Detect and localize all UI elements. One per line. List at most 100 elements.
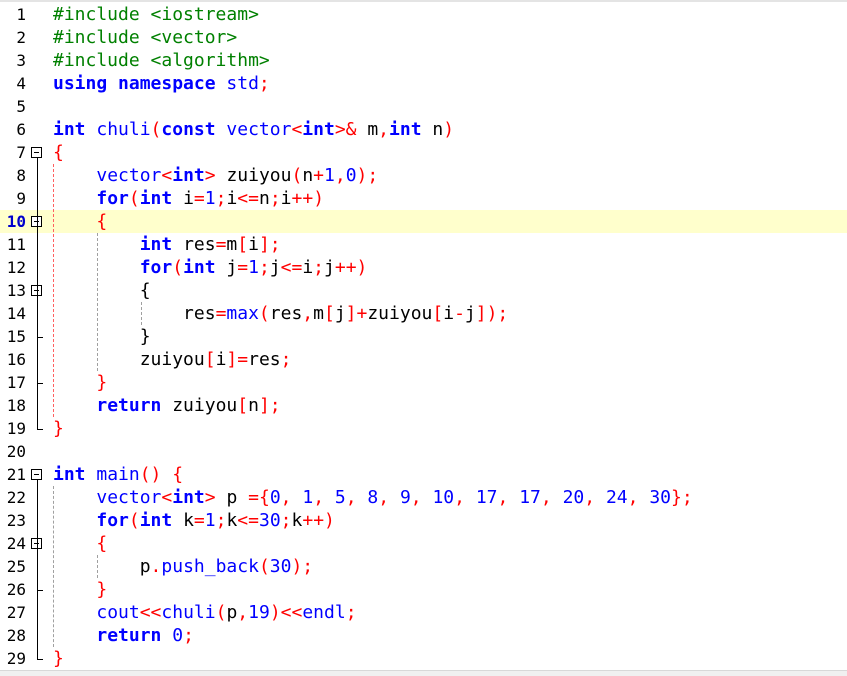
code-token: [ bbox=[237, 234, 249, 255]
code-text[interactable]: for(int k=1;k<=30;k++) bbox=[53, 509, 335, 532]
code-token: ; bbox=[215, 510, 227, 531]
code-text[interactable]: } bbox=[53, 417, 64, 440]
code-token: } bbox=[96, 372, 108, 393]
code-text[interactable]: p.push_back(30); bbox=[53, 555, 313, 578]
code-text[interactable]: #include <iostream> bbox=[53, 3, 259, 26]
code-line-23[interactable]: 23 for(int k=1;k<=30;k++) bbox=[0, 509, 847, 532]
code-text[interactable]: } bbox=[53, 371, 107, 394]
code-text[interactable]: zuiyou[i]=res; bbox=[53, 348, 292, 371]
code-line-19[interactable]: 19} bbox=[0, 417, 847, 440]
code-token: 10 bbox=[432, 487, 455, 508]
code-line-1[interactable]: 1 #include <iostream> bbox=[0, 3, 847, 26]
code-text[interactable]: { bbox=[53, 279, 151, 302]
code-text[interactable]: return 0; bbox=[53, 624, 194, 647]
code-token: , bbox=[313, 487, 335, 508]
code-token: int bbox=[183, 257, 227, 278]
code-token: j bbox=[269, 257, 281, 278]
code-text[interactable]: vector<int> p ={0, 1, 5, 8, 9, 10, 17, 1… bbox=[53, 486, 692, 509]
code-text[interactable]: cout<<chuli(p,19)<<endl; bbox=[53, 601, 356, 624]
line-number: 2 bbox=[16, 28, 26, 47]
code-text[interactable]: res=max(res,m[j]+zuiyou[i-j]); bbox=[53, 302, 508, 325]
code-text[interactable]: int main() { bbox=[53, 463, 183, 486]
code-token: < bbox=[291, 119, 303, 140]
code-line-24[interactable]: 24 { bbox=[0, 532, 847, 555]
code-token: , bbox=[280, 487, 303, 508]
code-text[interactable]: for(int i=1;i<=n;i++) bbox=[53, 187, 324, 210]
code-text[interactable]: using namespace std; bbox=[53, 72, 270, 95]
code-editor[interactable]: 1 #include <iostream> 2 #include <vector> 3 #… bbox=[0, 0, 847, 676]
code-text[interactable]: int res=m[i]; bbox=[53, 233, 281, 256]
code-line-12[interactable]: 12 for(int j=1;j<=i;j++) bbox=[0, 256, 847, 279]
code-text[interactable]: { bbox=[53, 532, 107, 555]
code-text[interactable]: int chuli(const vector<int>& m,int n) bbox=[53, 118, 454, 141]
code-text[interactable]: #include <vector> bbox=[53, 26, 237, 49]
code-text[interactable]: #include <algorithm> bbox=[53, 49, 270, 72]
code-token: 1 bbox=[248, 257, 259, 278]
code-token: , bbox=[345, 487, 368, 508]
code-line-10[interactable]: 10 { bbox=[0, 210, 847, 233]
code-line-22[interactable]: 22 vector<int> p ={0, 1, 5, 8, 9, 10, 17… bbox=[0, 486, 847, 509]
code-token: i bbox=[215, 349, 227, 370]
code-line-6[interactable]: 6 int chuli(const vector<int>& m,int n) bbox=[0, 118, 847, 141]
code-token: >& bbox=[334, 119, 368, 140]
code-token: ]; bbox=[258, 395, 281, 416]
code-token: , bbox=[584, 487, 606, 508]
code-line-5[interactable]: 5 bbox=[0, 95, 847, 118]
code-line-17[interactable]: 17 } bbox=[0, 371, 847, 394]
code-token: #include <iostream> bbox=[53, 4, 259, 25]
code-line-3[interactable]: 3 #include <algorithm> bbox=[0, 49, 847, 72]
code-token: n bbox=[258, 188, 270, 209]
code-token: ); bbox=[356, 165, 379, 186]
code-text[interactable]: } bbox=[53, 647, 64, 670]
code-line-29[interactable]: 29} bbox=[0, 647, 847, 670]
code-line-18[interactable]: 18 return zuiyou[n]; bbox=[0, 394, 847, 417]
code-line-13[interactable]: 13 { bbox=[0, 279, 847, 302]
code-text[interactable]: for(int j=1;j<=i;j++) bbox=[53, 256, 368, 279]
code-line-11[interactable]: 11 int res=m[i]; bbox=[0, 233, 847, 256]
fold-collapse-icon[interactable] bbox=[31, 469, 42, 480]
code-text[interactable]: vector<int> zuiyou(n+1,0); bbox=[53, 164, 378, 187]
code-line-20[interactable]: 20 bbox=[0, 440, 847, 463]
code-line-28[interactable]: 28 return 0; bbox=[0, 624, 847, 647]
code-line-14[interactable]: 14 res=max(res,m[j]+zuiyou[i-j]); bbox=[0, 302, 847, 325]
fold-region-line bbox=[37, 158, 38, 429]
code-text[interactable]: } bbox=[53, 325, 151, 348]
code-text[interactable]: return zuiyou[n]; bbox=[53, 394, 281, 417]
code-token: push_back bbox=[161, 556, 259, 577]
code-line-15[interactable]: 15 } bbox=[0, 325, 847, 348]
code-line-8[interactable]: 8 vector<int> zuiyou(n+1,0); bbox=[0, 164, 847, 187]
code-token: ( bbox=[291, 165, 303, 186]
fold-collapse-icon[interactable] bbox=[31, 147, 42, 158]
code-token: n bbox=[248, 395, 259, 416]
code-token: zuiyou bbox=[226, 165, 292, 186]
code-token: ; bbox=[258, 73, 270, 94]
code-token: m bbox=[226, 234, 238, 255]
code-text[interactable]: { bbox=[53, 141, 64, 164]
code-token: 17 bbox=[519, 487, 541, 508]
code-line-25[interactable]: 25 p.push_back(30); bbox=[0, 555, 847, 578]
code-token: ++) bbox=[291, 188, 325, 209]
code-line-26[interactable]: 26 } bbox=[0, 578, 847, 601]
horizontal-scrollbar[interactable] bbox=[0, 670, 847, 676]
code-token: { bbox=[96, 211, 108, 232]
code-token: )<< bbox=[269, 602, 303, 623]
code-text[interactable]: { bbox=[53, 210, 107, 233]
code-line-9[interactable]: 9 for(int i=1;i<=n;i++) bbox=[0, 187, 847, 210]
line-number: 21 bbox=[6, 465, 26, 484]
code-token: { bbox=[96, 533, 108, 554]
code-line-4[interactable]: 4 using namespace std; bbox=[0, 72, 847, 95]
fold-end-tick bbox=[37, 428, 43, 430]
code-line-7[interactable]: 7{ bbox=[0, 141, 847, 164]
code-token: 1 bbox=[204, 188, 216, 209]
code-token: = bbox=[193, 510, 205, 531]
code-token: , bbox=[497, 487, 520, 508]
code-line-21[interactable]: 21 int main() { bbox=[0, 463, 847, 486]
code-token: 1 bbox=[302, 487, 314, 508]
code-line-2[interactable]: 2 #include <vector> bbox=[0, 26, 847, 49]
code-text[interactable]: } bbox=[53, 578, 107, 601]
code-token: , bbox=[378, 119, 390, 140]
code-line-16[interactable]: 16 zuiyou[i]=res; bbox=[0, 348, 847, 371]
code-token: k bbox=[183, 510, 194, 531]
code-line-27[interactable]: 27 cout<<chuli(p,19)<<endl; bbox=[0, 601, 847, 624]
